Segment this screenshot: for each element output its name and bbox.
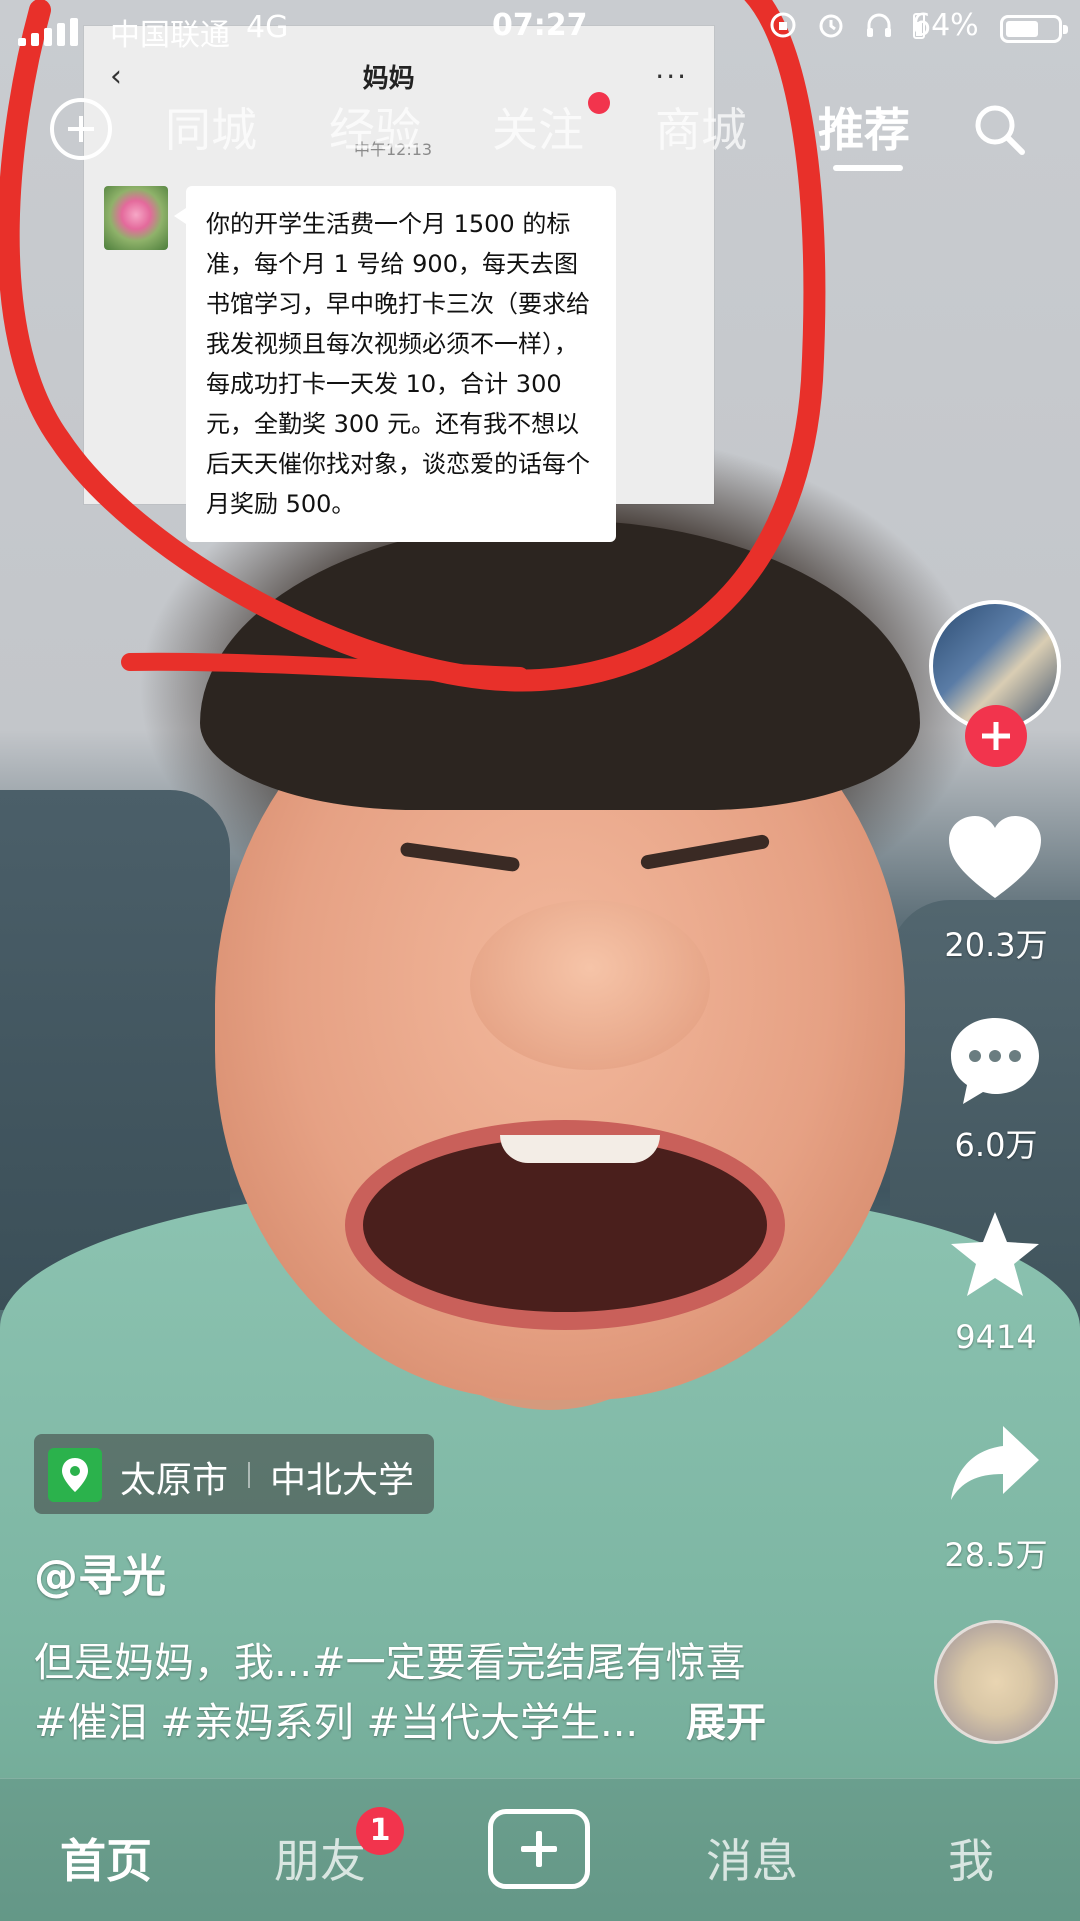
status-bar: 中国联通 4G 07:27 64% — [0, 0, 1080, 60]
battery-percent: 64% — [912, 8, 979, 43]
comment-count: 6.0万 — [954, 1126, 1038, 1164]
location-divider — [248, 1462, 250, 1488]
tab-mall[interactable]: 商城 — [655, 94, 747, 160]
expand-button[interactable]: 展开 — [686, 1690, 766, 1748]
signal-strength-icon — [18, 18, 78, 46]
share-icon[interactable] — [945, 1416, 1045, 1516]
battery-tip — [1063, 25, 1068, 34]
music-disc-icon[interactable] — [934, 1620, 1058, 1744]
alarm-icon — [819, 14, 843, 38]
heart-icon[interactable] — [945, 810, 1045, 910]
follow-button[interactable] — [965, 705, 1027, 767]
author-name[interactable]: @寻光 — [34, 1540, 166, 1604]
video-person-teeth — [500, 1135, 660, 1163]
share-count: 28.5万 — [944, 1536, 1048, 1574]
like-count: 20.3万 — [944, 926, 1048, 964]
tab-recommend[interactable]: 推荐 — [818, 94, 910, 160]
bottom-nav: 首页 朋友 1 消息 我 — [0, 1778, 1080, 1921]
location-pin-icon — [48, 1448, 102, 1502]
friends-badge: 1 — [356, 1807, 404, 1855]
add-circle-icon[interactable] — [50, 98, 112, 160]
star-icon[interactable] — [945, 1206, 1045, 1306]
top-nav: 同城 经验 关注 商城 推荐 — [0, 80, 1080, 171]
video-description-line2: #催泪 #亲妈系列 #当代大学生... — [34, 1700, 639, 1746]
chat-message-bubble: 你的开学生活费一个月 1500 的标准，每个月 1 号给 900，每天去图书馆学… — [174, 186, 616, 542]
nav-home[interactable]: 首页 — [60, 1825, 152, 1891]
comment-icon[interactable] — [945, 1010, 1045, 1110]
headphones-icon — [867, 13, 891, 37]
location-badge[interactable]: 太原市 中北大学 — [34, 1434, 434, 1514]
tab-following[interactable]: 关注 — [492, 94, 584, 160]
tab-local[interactable]: 同城 — [165, 94, 257, 160]
location-city: 太原市 — [120, 1460, 229, 1501]
video-person-nose — [470, 900, 710, 1070]
tab-experience[interactable]: 经验 — [329, 94, 421, 160]
carrier-name: 中国联通 — [110, 18, 230, 53]
network-type: 4G — [246, 10, 289, 45]
video-description-line1: 但是妈妈，我...#一定要看完结尾有惊喜 — [34, 1640, 746, 1686]
following-notification-dot — [588, 92, 610, 114]
nav-friends[interactable]: 朋友 — [274, 1825, 366, 1891]
orientation-lock-icon — [770, 12, 796, 38]
favorite-count: 9414 — [955, 1318, 1037, 1356]
video-screen[interactable]: ‹ 妈妈 ··· 中午12:13 你的开学生活费一个月 1500 的标准，每个月… — [0, 0, 1080, 1921]
battery-fill — [1006, 21, 1038, 37]
battery-icon — [1000, 15, 1068, 43]
status-icons — [768, 10, 926, 40]
create-plus-icon[interactable] — [488, 1809, 590, 1889]
chat-avatar-lotus — [104, 186, 168, 250]
status-time: 07:27 — [492, 8, 588, 43]
nav-me[interactable]: 我 — [948, 1825, 994, 1891]
location-place: 中北大学 — [270, 1460, 415, 1501]
video-person-hair — [200, 520, 920, 810]
search-icon[interactable] — [970, 100, 1030, 160]
nav-messages[interactable]: 消息 — [706, 1825, 798, 1891]
active-tab-indicator — [833, 165, 903, 171]
